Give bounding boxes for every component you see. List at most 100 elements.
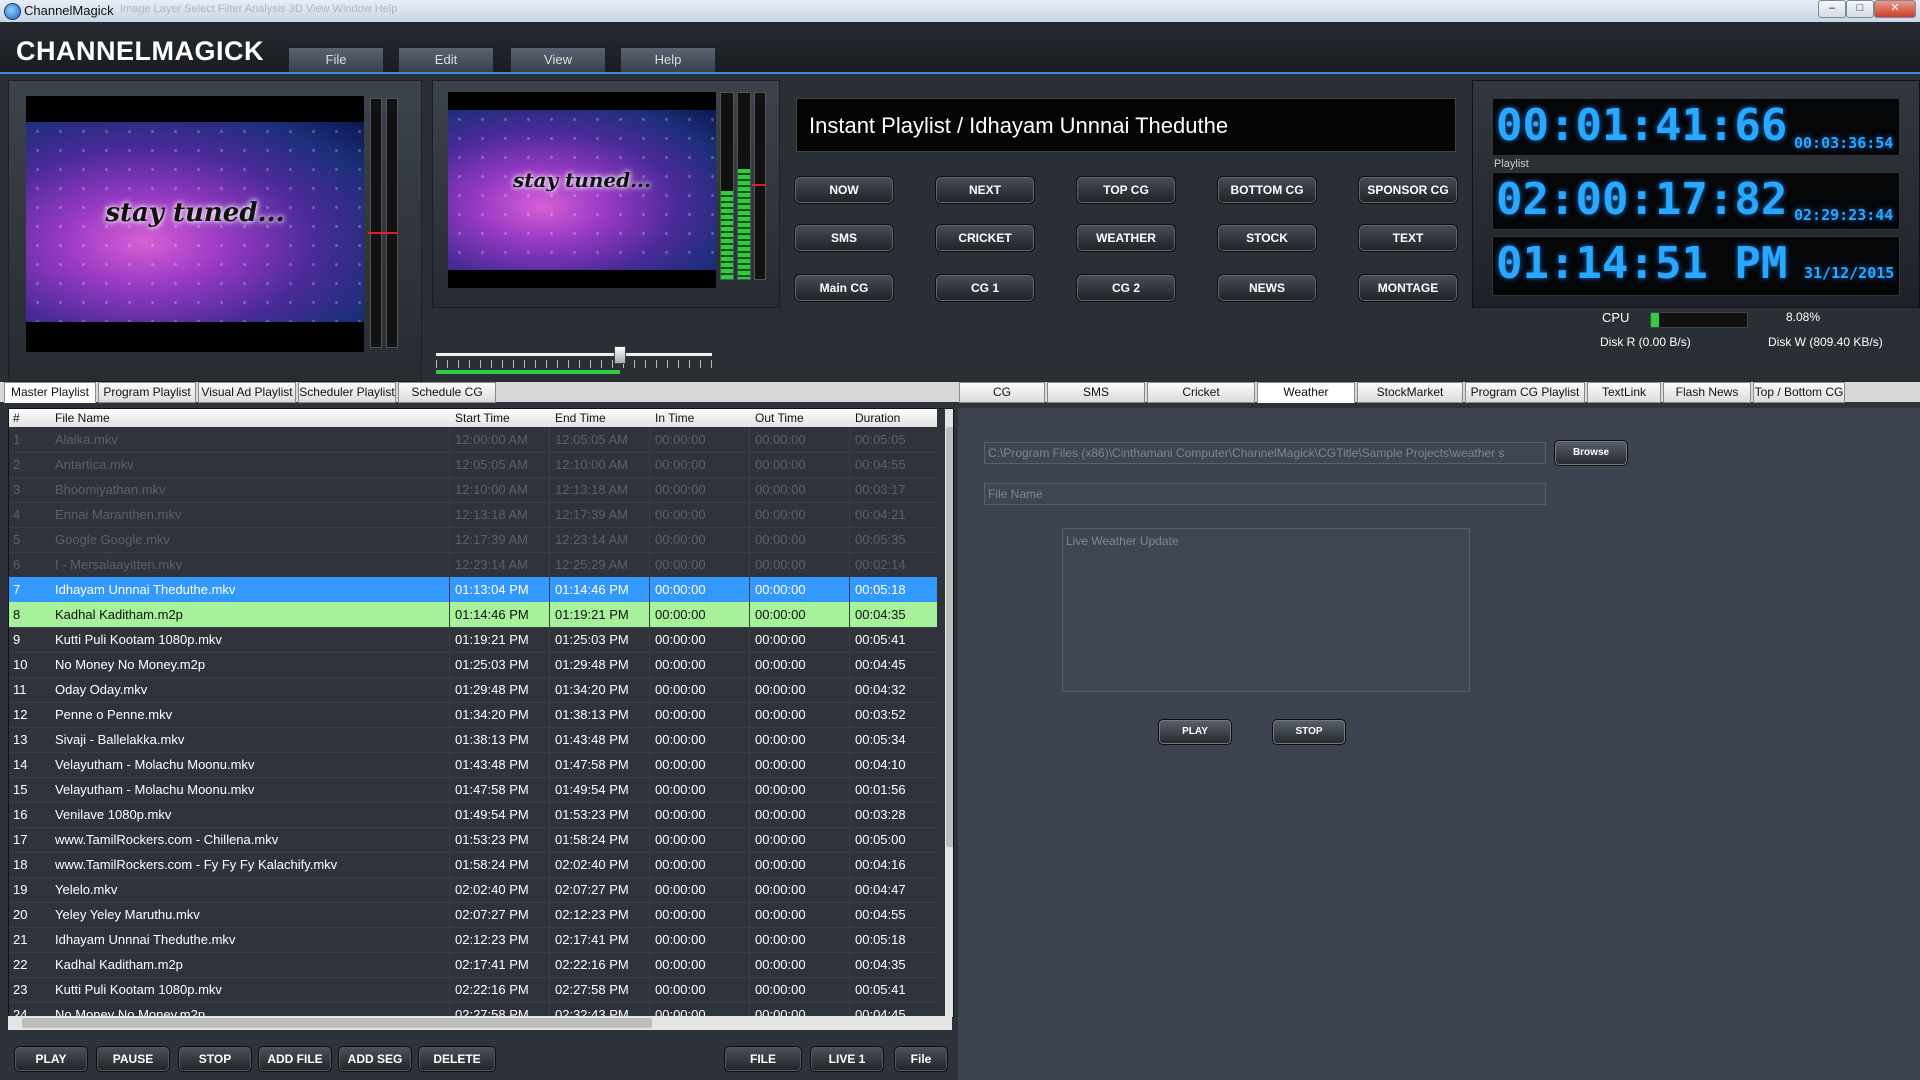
table-cell: Kutti Puli Kootam 1080p.mkv xyxy=(55,632,222,647)
tab-visual-ad-playlist[interactable]: Visual Ad Playlist xyxy=(198,382,296,403)
column-header-file-name[interactable]: File Name xyxy=(55,411,110,425)
menu-help[interactable]: Help xyxy=(620,47,716,73)
live-1-source-button-1[interactable]: LIVE 1 xyxy=(810,1046,884,1072)
table-row[interactable]: 15 Velayutham - Molachu Moonu.mkv 01:47:58… xyxy=(9,777,937,803)
table-cell: 00:00:00 xyxy=(655,932,706,947)
cg-button-cricket[interactable]: CRICKET xyxy=(935,224,1035,252)
cg-button-bottom-cg[interactable]: BOTTOM CG xyxy=(1217,176,1317,204)
tab-program-playlist[interactable]: Program Playlist xyxy=(98,382,196,403)
table-row[interactable]: 23 Kutti Puli Kootam 1080p.mkv 02:22:16 PM… xyxy=(9,977,937,1003)
table-row[interactable]: 16 Venilave 1080p.mkv 01:49:54 PM 01:53:23 … xyxy=(9,802,937,828)
table-cell: 20 xyxy=(13,907,28,922)
tab-flash-news[interactable]: Flash News xyxy=(1663,382,1751,403)
cg-button-top-cg[interactable]: TOP CG xyxy=(1076,176,1176,204)
table-row[interactable]: 21 Idhayam Unnnai Theduthe.mkv 02:12:23 PM… xyxy=(9,927,937,953)
playlist-vertical-scrollbar[interactable] xyxy=(945,409,953,1017)
menu-edit[interactable]: Edit xyxy=(398,47,494,73)
tab-schedule-cg[interactable]: Schedule CG xyxy=(398,382,496,403)
playlist-horizontal-scrollbar[interactable] xyxy=(8,1016,952,1030)
table-cell: 12:17:39 AM xyxy=(555,507,628,522)
table-cell: 00:04:10 xyxy=(855,757,906,772)
transition-slider-track[interactable] xyxy=(436,353,712,356)
table-row[interactable]: 14 Velayutham - Molachu Moonu.mkv 01:43:48… xyxy=(9,752,937,778)
table-row[interactable]: 17 www.TamilRockers.com - Chillena.mkv 01:… xyxy=(9,827,937,853)
table-cell: No Money No Money.m2p xyxy=(55,657,206,672)
menu-file[interactable]: File xyxy=(288,47,384,73)
table-row[interactable]: 1 Alaika.mkv 12:00:00 AM 12:05:05 AM 00:00:0… xyxy=(9,427,937,453)
cg-button-cg-2[interactable]: CG 2 xyxy=(1076,274,1176,302)
cg-button-sms[interactable]: SMS xyxy=(794,224,894,252)
column-header-start-time[interactable]: Start Time xyxy=(455,411,510,425)
table-cell: 13 xyxy=(13,732,28,747)
file-name-field[interactable]: File Name xyxy=(984,483,1546,505)
tab-master-playlist[interactable]: Master Playlist xyxy=(4,382,96,403)
weather-path-field[interactable]: C:\Program Files (x86)\Cinthamani Comput… xyxy=(984,442,1546,464)
table-row[interactable]: 18 www.TamilRockers.com - Fy Fy Fy Kalach… xyxy=(9,852,937,878)
table-cell: 01:19:21 PM xyxy=(455,632,529,647)
column-header-out-time[interactable]: Out Time xyxy=(755,411,804,425)
delete-button[interactable]: DELETE xyxy=(418,1046,496,1072)
tab-scheduler-playlist[interactable]: Scheduler Playlist xyxy=(298,382,396,403)
table-row[interactable]: 3 Bhoomiyathan.mkv 12:10:00 AM 12:13:18 AM 0… xyxy=(9,477,937,503)
app-logo: CHANNELMAGICK xyxy=(16,36,264,66)
table-cell: Kutti Puli Kootam 1080p.mkv xyxy=(55,982,222,997)
table-row[interactable]: 22 Kadhal Kaditham.m2p 02:17:41 PM 02:22:16… xyxy=(9,952,937,978)
tab-program-cg-playlist[interactable]: Program CG Playlist xyxy=(1465,382,1585,403)
add-seg-button[interactable]: ADD SEG xyxy=(338,1046,412,1072)
table-row[interactable]: 12 Penne o Penne.mkv 01:34:20 PM 01:38:13 P… xyxy=(9,702,937,728)
live-weather-textarea[interactable]: Live Weather Update xyxy=(1062,528,1470,692)
table-row[interactable]: 4 Ennai Maranthen.mkv 12:13:18 AM 12:17:39 … xyxy=(9,502,937,528)
table-cell: 00:00:00 xyxy=(655,982,706,997)
tab-weather[interactable]: Weather xyxy=(1257,382,1355,403)
menu-view[interactable]: View xyxy=(510,47,606,73)
table-cell: 00:00:00 xyxy=(655,657,706,672)
table-row[interactable]: 11 Oday Oday.mkv 01:29:48 PM 01:34:20 PM 00:… xyxy=(9,677,937,703)
table-row[interactable]: 2 Antartica.mkv 12:05:05 AM 12:10:00 AM 00:0… xyxy=(9,452,937,478)
weather-play-button[interactable]: PLAY xyxy=(1158,719,1232,745)
cg-button-cg-1[interactable]: CG 1 xyxy=(935,274,1035,302)
tab-cricket[interactable]: Cricket xyxy=(1147,382,1255,403)
table-cell: 00:00:00 xyxy=(755,957,806,972)
cg-button-weather[interactable]: WEATHER xyxy=(1076,224,1176,252)
tab-cg[interactable]: CG xyxy=(959,382,1045,403)
cg-button-now[interactable]: NOW xyxy=(794,176,894,204)
tab-textlink[interactable]: TextLink xyxy=(1587,382,1661,403)
table-row[interactable]: 10 No Money No Money.m2p 01:25:03 PM 01:29:… xyxy=(9,652,937,678)
table-row[interactable]: 19 Yelelo.mkv 02:02:40 PM 02:07:27 PM 00:00:… xyxy=(9,877,937,903)
table-row[interactable]: 9 Kutti Puli Kootam 1080p.mkv 01:19:21 PM 0… xyxy=(9,627,937,653)
tab-top-bottom-cg[interactable]: Top / Bottom CG xyxy=(1753,382,1845,403)
cg-button-montage[interactable]: MONTAGE xyxy=(1358,274,1458,302)
table-cell: 15 xyxy=(13,782,28,797)
tab-stockmarket[interactable]: StockMarket xyxy=(1357,382,1463,403)
table-row[interactable]: 7 Idhayam Unnnai Theduthe.mkv 01:13:04 PM 0… xyxy=(9,577,937,603)
cg-button-main-cg[interactable]: Main CG xyxy=(794,274,894,302)
table-row[interactable]: 5 Google Google.mkv 12:17:39 AM 12:23:14 AM… xyxy=(9,527,937,553)
add-file-button[interactable]: ADD FILE xyxy=(258,1046,332,1072)
table-row[interactable]: 6 I - Mersalaayitten.mkv 12:23:14 AM 12:25:… xyxy=(9,552,937,578)
cg-button-stock[interactable]: STOCK xyxy=(1217,224,1317,252)
browse-button[interactable]: Browse xyxy=(1554,440,1628,466)
play-button[interactable]: PLAY xyxy=(14,1046,88,1072)
column-header-end-time[interactable]: End Time xyxy=(555,411,606,425)
cg-button-sponsor-cg[interactable]: SPONSOR CG xyxy=(1358,176,1458,204)
table-row[interactable]: 13 Sivaji - Ballelakka.mkv 01:38:13 PM 01:4… xyxy=(9,727,937,753)
minimize-button[interactable]: – xyxy=(1818,0,1846,18)
column-header-duration[interactable]: Duration xyxy=(855,411,900,425)
table-row[interactable]: 20 Yeley Yeley Maruthu.mkv 02:07:27 PM 02:1… xyxy=(9,902,937,928)
cg-button-text[interactable]: TEXT xyxy=(1358,224,1458,252)
pause-button[interactable]: PAUSE xyxy=(96,1046,170,1072)
table-cell: 00:05:41 xyxy=(855,982,906,997)
transition-slider-handle[interactable] xyxy=(614,346,626,364)
cg-button-next[interactable]: NEXT xyxy=(935,176,1035,204)
file-source-button-0[interactable]: FILE xyxy=(724,1046,802,1072)
cg-button-news[interactable]: NEWS xyxy=(1217,274,1317,302)
weather-stop-button[interactable]: STOP xyxy=(1272,719,1346,745)
maximize-button[interactable]: □ xyxy=(1846,0,1874,18)
table-row[interactable]: 8 Kadhal Kaditham.m2p 01:14:46 PM 01:19:21 … xyxy=(9,602,937,628)
stop-button[interactable]: STOP xyxy=(178,1046,252,1072)
close-button[interactable]: ✕ xyxy=(1874,0,1916,18)
tab-sms[interactable]: SMS xyxy=(1047,382,1145,403)
column-header-in-time[interactable]: In Time xyxy=(655,411,694,425)
file-source-button-2[interactable]: File xyxy=(894,1046,948,1072)
column-header-index[interactable]: # xyxy=(13,411,20,425)
